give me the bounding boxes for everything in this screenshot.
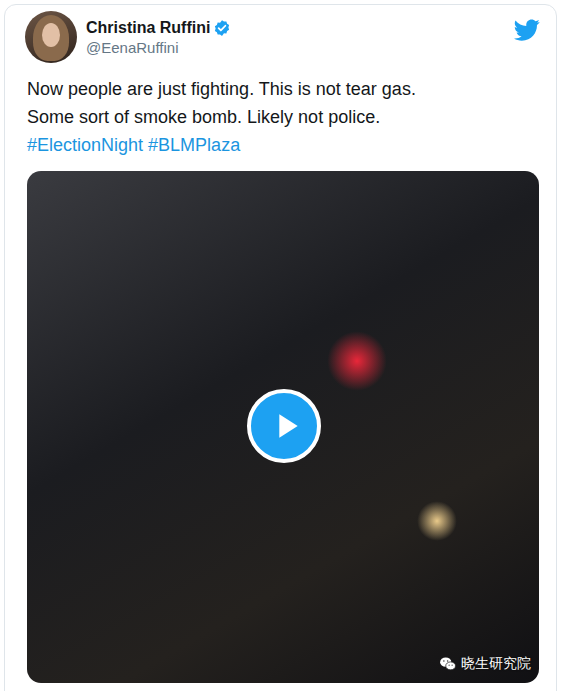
- name-row: Christina Ruffini: [86, 19, 505, 37]
- tweet-line: Now people are just fighting. This is no…: [27, 75, 540, 103]
- author-info: Christina Ruffini @EenaRuffini: [86, 19, 505, 56]
- twitter-bird-icon[interactable]: [514, 17, 540, 43]
- page: Christina Ruffini @EenaRuffini Now people …: [0, 0, 579, 691]
- play-icon: [266, 406, 306, 446]
- author-name[interactable]: Christina Ruffini: [86, 19, 210, 37]
- play-button[interactable]: [247, 389, 321, 463]
- tweet-text-span: Now people are just fighting. This is no…: [27, 79, 416, 99]
- tweet-header: Christina Ruffini @EenaRuffini: [25, 11, 540, 63]
- hashtag-link[interactable]: #BLMPlaza: [148, 135, 240, 155]
- wechat-icon: [439, 655, 457, 673]
- hashtag-link[interactable]: #ElectionNight: [27, 135, 143, 155]
- verified-badge-icon: [213, 19, 231, 37]
- tweet-line: Some sort of smoke bomb. Likely not poli…: [27, 103, 540, 131]
- avatar-face-icon: [42, 23, 60, 47]
- watermark-text: 晓生研究院: [461, 655, 531, 673]
- tweet-text-span: Some sort of smoke bomb. Likely not poli…: [27, 107, 380, 127]
- tweet-text: Now people are just fighting. This is no…: [25, 75, 540, 159]
- author-handle[interactable]: @EenaRuffini: [86, 39, 505, 56]
- avatar-icon[interactable]: [25, 11, 77, 63]
- light-glow: [327, 331, 387, 391]
- tweet-text-span: [143, 135, 148, 155]
- video-frame[interactable]: 晓生研究院: [27, 171, 539, 683]
- tweet-line: #ElectionNight #BLMPlaza: [27, 131, 540, 159]
- tweet-card: Christina Ruffini @EenaRuffini Now people …: [4, 4, 557, 691]
- light-glow: [417, 501, 457, 541]
- watermark: 晓生研究院: [439, 655, 531, 673]
